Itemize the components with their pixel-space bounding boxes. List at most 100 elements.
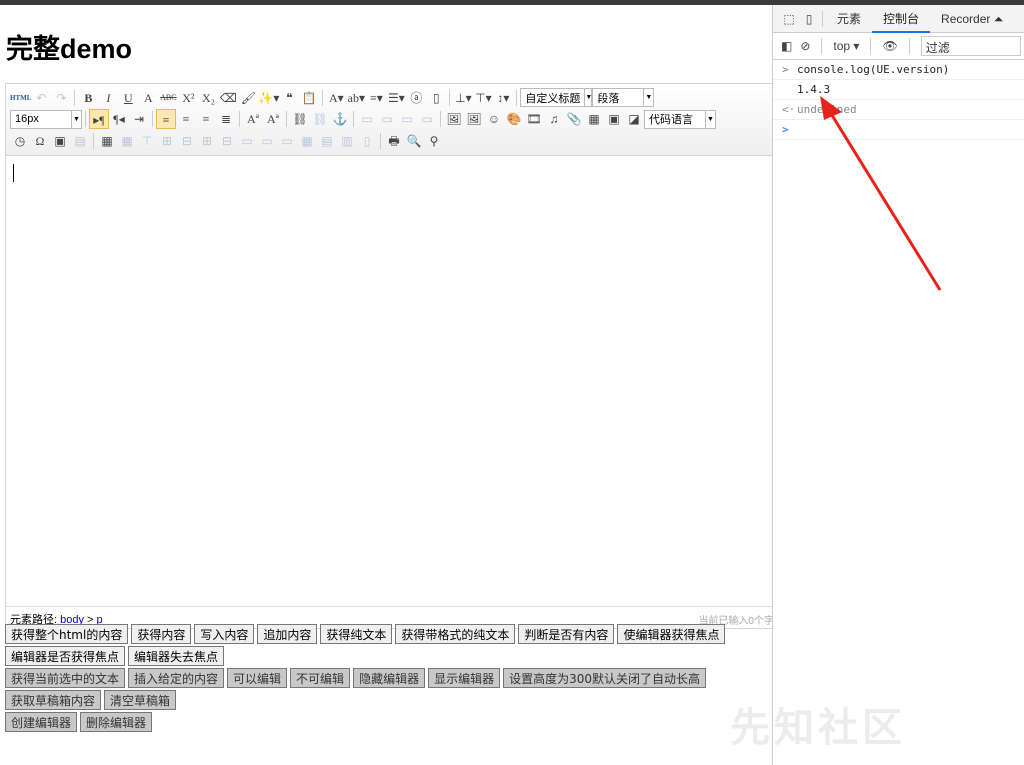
bold-icon[interactable]: B <box>78 88 98 108</box>
rowspacingtop-icon[interactable]: ⊥▾ <box>453 88 473 108</box>
undo-icon[interactable]: ↶ <box>31 88 51 108</box>
demo-button[interactable]: 判断是否有内容 <box>518 624 615 644</box>
removeformat-icon[interactable]: ⌫ <box>218 88 238 108</box>
forecolor-icon[interactable]: A▾ <box>326 88 346 108</box>
template-icon[interactable]: ▤ <box>70 131 90 151</box>
rowspacingbottom-icon[interactable]: ⊤▾ <box>473 88 493 108</box>
justifyjustify-icon[interactable]: ≣ <box>216 109 236 129</box>
demo-button[interactable]: 使编辑器获得焦点 <box>617 624 726 644</box>
map-icon[interactable]: ▦ <box>584 109 604 129</box>
insertcol-icon[interactable]: ⊞ <box>197 131 217 151</box>
searchreplace-icon[interactable]: ⚲ <box>424 131 444 151</box>
demo-button[interactable]: 获得纯文本 <box>320 624 393 644</box>
demo-button[interactable]: 不可编辑 <box>290 668 351 688</box>
mergeright-icon[interactable]: ▭ <box>257 131 277 151</box>
ltr-icon[interactable]: ▸¶ <box>89 109 109 130</box>
tab-console[interactable]: 控制台 <box>872 5 931 33</box>
paragraphbeforetable-icon[interactable]: ⊤ <box>137 131 157 151</box>
demo-button[interactable]: 追加内容 <box>257 624 318 644</box>
demo-button[interactable]: 编辑器失去焦点 <box>128 646 225 666</box>
strikethrough-icon[interactable]: ABC <box>158 88 178 108</box>
sidebar-toggle-icon[interactable]: ◧ <box>781 39 792 53</box>
lineheight-icon[interactable]: ↕▾ <box>493 88 513 108</box>
selectall-icon[interactable]: ⓐ <box>406 88 426 108</box>
tolowercase-icon[interactable]: Aª <box>263 109 283 129</box>
splittocells-icon[interactable]: ▦ <box>297 131 317 151</box>
justifyleft-icon[interactable]: ≡ <box>156 109 176 130</box>
link-icon[interactable]: ⛓ <box>290 109 310 129</box>
subscript-icon[interactable]: X₂ <box>198 88 218 108</box>
time-icon[interactable]: ◷ <box>10 131 30 151</box>
splittorows-icon[interactable]: ▤ <box>317 131 337 151</box>
demo-button[interactable]: 插入给定的内容 <box>128 668 225 688</box>
italic-icon[interactable]: I <box>98 88 118 108</box>
fontborder-icon[interactable]: A <box>138 88 158 108</box>
imageleft-icon[interactable]: ▭ <box>377 109 397 129</box>
attachment-icon[interactable]: 📎 <box>564 109 584 129</box>
insertframe-icon[interactable]: ◪ <box>624 109 644 129</box>
imagecenter-icon[interactable]: ▭ <box>417 109 437 129</box>
inserttable-icon[interactable]: ▦ <box>97 131 117 151</box>
demo-button[interactable]: 删除编辑器 <box>80 712 153 732</box>
music-icon[interactable]: ♫ <box>544 109 564 129</box>
demo-button[interactable]: 获得内容 <box>131 624 192 644</box>
preview-icon[interactable]: 🔍 <box>404 131 424 151</box>
console-filter-input[interactable]: 过滤 <box>920 36 1021 56</box>
superscript-icon[interactable]: X² <box>178 88 198 108</box>
redo-icon[interactable]: ↷ <box>51 88 71 108</box>
pasteplain-icon[interactable]: 📋 <box>299 88 319 108</box>
tab-elements[interactable]: 元素 <box>826 5 872 33</box>
imagenone-icon[interactable]: ▭ <box>357 109 377 129</box>
context-select[interactable]: top ▾ <box>833 39 859 53</box>
unlink-icon[interactable]: ⛓ <box>310 109 330 129</box>
demo-button[interactable]: 写入内容 <box>194 624 255 644</box>
demo-button[interactable]: 创建编辑器 <box>5 712 78 732</box>
formatmatch-icon[interactable]: 🖌 <box>238 88 258 108</box>
demo-button[interactable]: 清空草稿箱 <box>104 690 177 710</box>
inspect-icon[interactable]: ⬚ <box>779 9 799 29</box>
demo-button[interactable]: 获得当前选中的文本 <box>5 668 126 688</box>
mergecells-icon[interactable]: ▭ <box>237 131 257 151</box>
html-icon[interactable]: HTML <box>10 88 31 108</box>
deletecol-icon[interactable]: ⊟ <box>217 131 237 151</box>
simpleupload-icon[interactable]: 🖼 <box>444 109 464 129</box>
spechars-icon[interactable]: Ω <box>30 131 50 151</box>
demo-button[interactable]: 可以编辑 <box>227 668 288 688</box>
wordimage-icon[interactable]: ▣ <box>50 131 70 151</box>
demo-button[interactable]: 获得带格式的纯文本 <box>395 624 516 644</box>
device-toggle-icon[interactable]: ▯ <box>799 9 819 29</box>
indent-icon[interactable]: ⇥ <box>129 109 149 129</box>
rtl-icon[interactable]: ¶◂ <box>109 109 129 129</box>
orderedlist-icon[interactable]: ≡▾ <box>366 88 386 108</box>
emotion-icon[interactable]: ☺ <box>484 109 504 129</box>
unorderedlist-icon[interactable]: ☰▾ <box>386 88 406 108</box>
font-size-select[interactable]: 16px ▼ <box>10 109 82 129</box>
blockquote-icon[interactable]: ❝ <box>279 88 299 108</box>
demo-button[interactable]: 隐藏编辑器 <box>353 668 426 688</box>
demo-button[interactable]: 获得整个html的内容 <box>5 624 129 644</box>
paragraph-select[interactable]: 段落 ▼ <box>592 88 655 108</box>
imageright-icon[interactable]: ▭ <box>397 109 417 129</box>
insertimage-icon[interactable]: 🖼 <box>464 109 484 129</box>
demo-button[interactable]: 设置高度为300默认关闭了自动长高 <box>503 668 706 688</box>
backcolor-icon[interactable]: ab▾ <box>346 88 366 108</box>
print-icon[interactable]: 🖶 <box>384 131 404 151</box>
scrawl-icon[interactable]: 🎨 <box>504 109 524 129</box>
touppercase-icon[interactable]: Aª <box>243 109 263 129</box>
editor-content-area[interactable] <box>6 156 776 606</box>
justifycenter-icon[interactable]: ≡ <box>176 109 196 129</box>
insertvideo-icon[interactable]: 🎞 <box>524 109 544 129</box>
code-language-select[interactable]: 代码语言 ▼ <box>644 109 716 129</box>
justifyright-icon[interactable]: ≡ <box>196 109 216 129</box>
clear-console-icon[interactable]: ⊘ <box>800 39 810 53</box>
anchor-icon[interactable]: ⚓ <box>330 109 350 129</box>
underline-icon[interactable]: U <box>118 88 138 108</box>
live-expression-eye-icon[interactable]: 👁 <box>882 39 897 53</box>
deleterow-icon[interactable]: ⊟ <box>177 131 197 151</box>
charts-icon[interactable]: ▯ <box>357 131 377 151</box>
deletetable-icon[interactable]: ▦ <box>117 131 137 151</box>
demo-button[interactable]: 显示编辑器 <box>428 668 501 688</box>
tab-recorder[interactable]: Recorder ⏶ <box>930 5 1014 33</box>
demo-button[interactable]: 编辑器是否获得焦点 <box>5 646 126 666</box>
splittocols-icon[interactable]: ▥ <box>337 131 357 151</box>
